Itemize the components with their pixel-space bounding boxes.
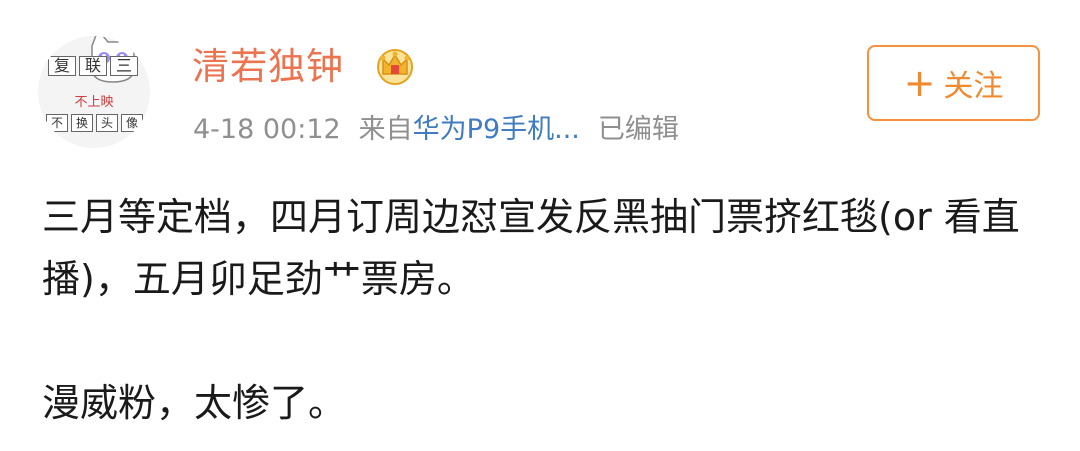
crown-vip-icon[interactable] [375,46,415,86]
timestamp[interactable]: 4-18 00:12 [193,114,341,145]
plus-icon: + [903,61,936,105]
avatar-char: 联 [79,56,107,76]
username[interactable]: 清若独钟 [192,42,344,92]
post-paragraph: 漫威粉，太惨了。 [42,381,347,425]
post-content: 三月等定档，四月订周边怼宣发反黑抽门票挤红毯(or 看直播)，五月卯足劲艹票房。… [42,186,1052,434]
follow-label: 关注 [943,69,1004,104]
avatar-bottom-chars: 不 换 头 像 [46,114,143,132]
edited-label[interactable]: 已编辑 [598,114,679,145]
source-device-link[interactable]: 华为P9手机... [413,114,580,145]
weibo-post: 复 联 三 不上映 不 换 头 像 清若独钟 4-18 00:12 来自华为P9手… [0,0,1080,451]
follow-button[interactable]: + 关注 [867,45,1040,121]
post-paragraph: 三月等定档，四月订周边怼宣发反黑抽门票挤红毯(or 看直播)，五月卯足劲艹票房。 [42,195,1020,301]
avatar-top-chars: 复 联 三 [48,56,138,76]
avatar-char: 换 [71,114,93,132]
avatar-char: 头 [96,114,118,132]
avatar-char: 复 [48,56,76,76]
avatar-middle-text: 不上映 [74,95,114,110]
source-prefix: 来自 [358,114,413,145]
avatar[interactable]: 复 联 三 不上映 不 换 头 像 [38,36,150,148]
post-meta: 4-18 00:12 来自华为P9手机... 已编辑 [193,110,679,150]
avatar-char: 不 [46,114,68,132]
avatar-char: 像 [121,114,143,132]
avatar-char: 三 [110,56,138,76]
